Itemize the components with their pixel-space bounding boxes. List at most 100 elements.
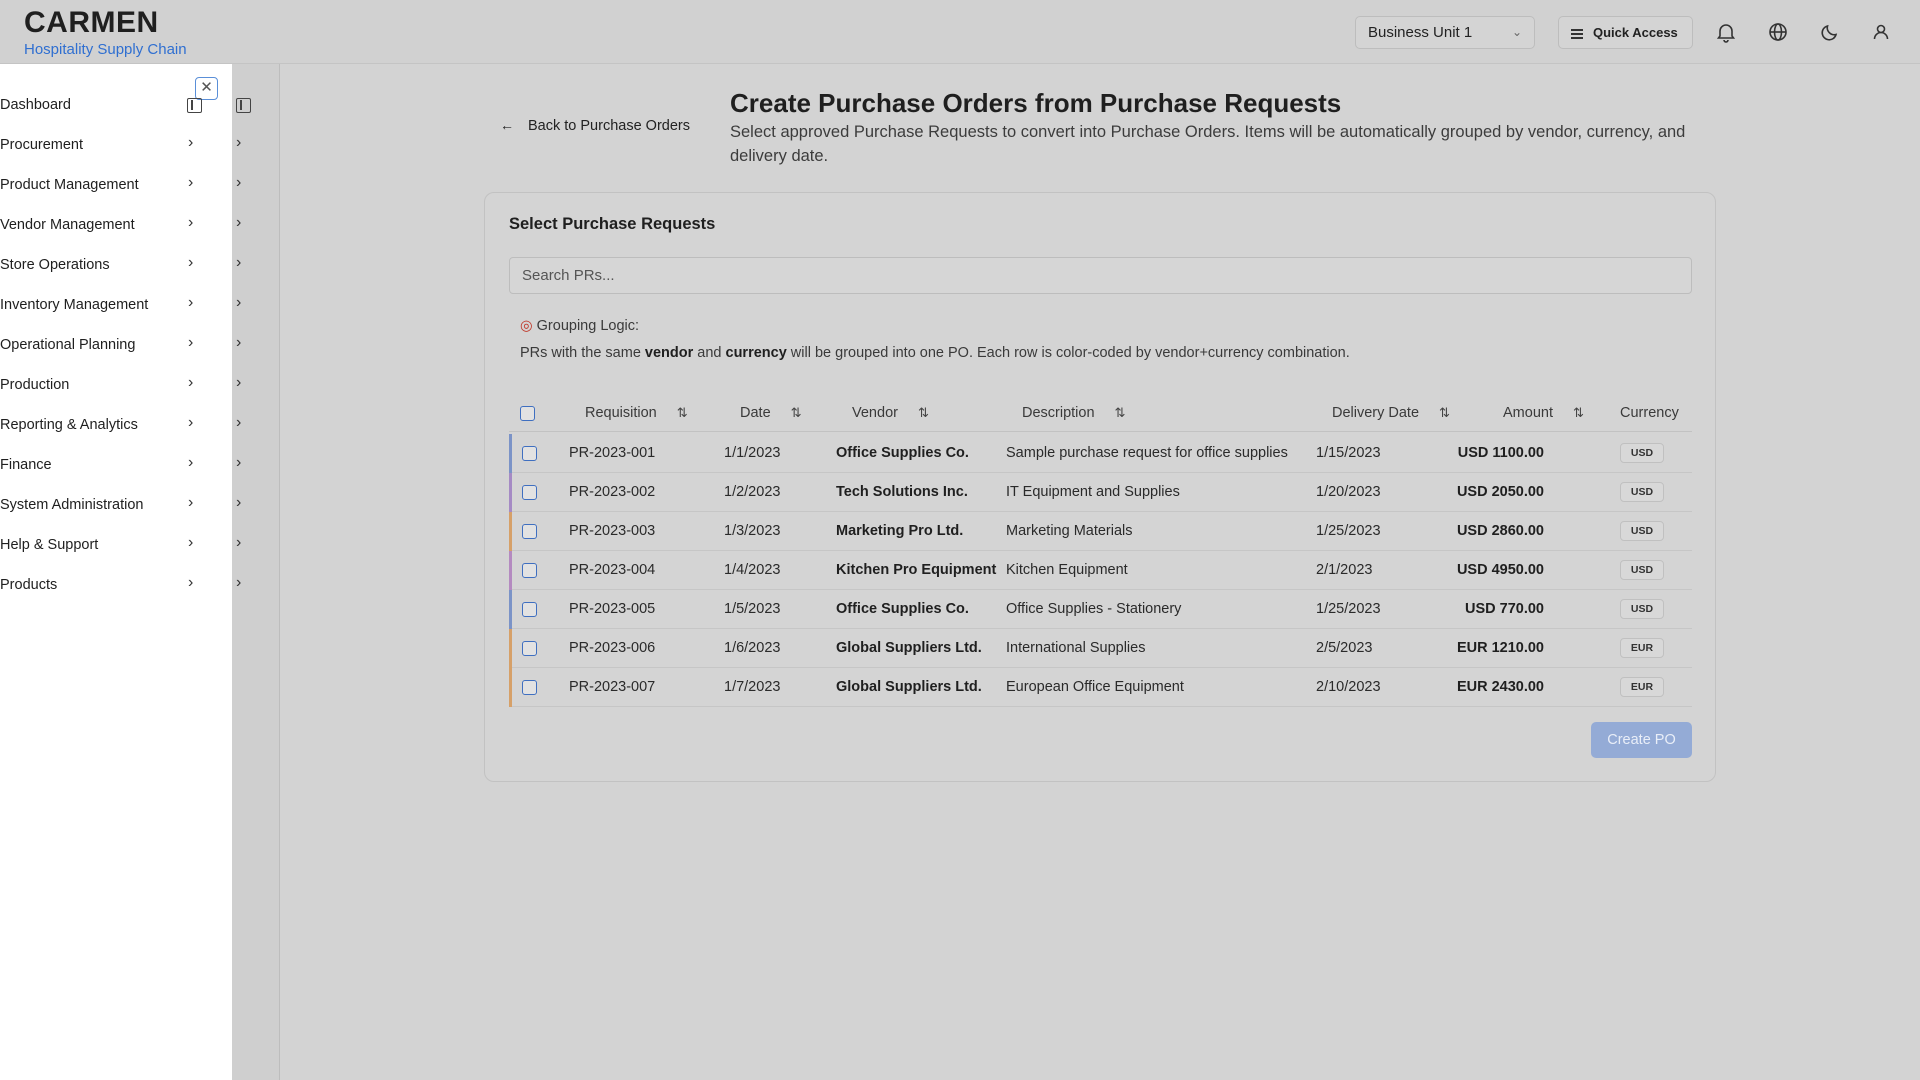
sidebar-item-finance[interactable]: Finance › [0, 446, 210, 486]
table-row[interactable]: PR-2023-002 1/2/2023 Tech Solutions Inc. IT… [509, 473, 1692, 512]
table-row[interactable]: PR-2023-007 1/7/2023 Global Suppliers Ltd.… [509, 668, 1692, 707]
currency-badge: USD [1620, 599, 1664, 619]
grouping-text: and [693, 345, 726, 361]
moon-icon[interactable] [1818, 20, 1842, 44]
sidebar-item-production[interactable]: Production › [0, 366, 210, 406]
delivery-date-cell: 1/20/2023 [1316, 484, 1381, 500]
column-delivery-date[interactable]: Delivery Date ⇅ [1332, 405, 1450, 421]
table-header: Requisition ⇅ Date ⇅ Vendor ⇅ Description ⇅ … [509, 396, 1692, 432]
chevron-right-icon[interactable]: › [236, 534, 241, 552]
chevron-right-icon[interactable]: › [236, 174, 241, 192]
create-po-button[interactable]: Create PO [1591, 722, 1692, 758]
column-date[interactable]: Date ⇅ [740, 405, 802, 421]
chevron-right-icon: › [188, 174, 194, 191]
amount-cell: USD 2050.00 [1456, 484, 1544, 500]
column-label: Requisition [585, 405, 657, 421]
quick-access-button[interactable]: Quick Access [1558, 16, 1693, 49]
description-cell: IT Equipment and Supplies [1006, 484, 1180, 500]
top-header: CARMEN Hospitality Supply Chain Business… [0, 0, 1920, 64]
requisition-cell: PR-2023-003 [569, 523, 656, 539]
date-cell: 1/6/2023 [724, 640, 781, 656]
column-amount[interactable]: Amount ⇅ [1503, 405, 1584, 421]
sidebar-item-operational-planning[interactable]: Operational Planning › [0, 326, 210, 366]
sidebar-item-label: Procurement [0, 137, 84, 153]
grouping-text: will be grouped into one PO. Each row is… [786, 345, 1350, 361]
sidebar-item-system-administration[interactable]: System Administration › [0, 486, 210, 526]
currency-badge: USD [1620, 521, 1664, 541]
table-row[interactable]: PR-2023-001 1/1/2023 Office Supplies Co. Sa… [509, 434, 1692, 473]
user-icon[interactable] [1869, 20, 1893, 44]
sort-icon: ⇅ [676, 405, 688, 420]
sidebar-item-label: Finance [0, 457, 52, 473]
row-checkbox[interactable] [522, 485, 537, 500]
chevron-right-icon[interactable]: › [236, 294, 241, 312]
vendor-cell: Marketing Pro Ltd. [836, 523, 964, 539]
row-checkbox[interactable] [522, 446, 537, 461]
chevron-right-icon[interactable]: › [236, 214, 241, 232]
quick-access-label: Quick Access [1593, 25, 1678, 40]
row-checkbox[interactable] [522, 524, 537, 539]
column-requisition[interactable]: Requisition ⇅ [585, 405, 688, 421]
vendor-color-bar [509, 551, 512, 590]
chevron-right-icon[interactable]: › [236, 574, 241, 592]
row-checkbox[interactable] [522, 563, 537, 578]
vendor-color-bar [509, 434, 512, 473]
row-checkbox[interactable] [522, 680, 537, 695]
sidebar-item-inventory-management[interactable]: Inventory Management › [0, 286, 210, 326]
requisition-cell: PR-2023-002 [569, 484, 656, 500]
chevron-right-icon[interactable]: › [236, 134, 241, 152]
amount-cell: EUR 2430.00 [1456, 679, 1544, 695]
sidebar-item-dashboard[interactable]: Dashboard [0, 86, 210, 126]
vendor-color-bar [509, 668, 512, 707]
business-unit-select[interactable]: Business Unit 1 ⌄ [1355, 16, 1535, 49]
chevron-right-icon[interactable]: › [236, 454, 241, 472]
row-checkbox[interactable] [522, 602, 537, 617]
search-input[interactable] [509, 257, 1692, 294]
sidebar-item-label: Vendor Management [0, 217, 135, 233]
bell-icon[interactable] [1714, 20, 1738, 44]
globe-icon[interactable] [1766, 20, 1790, 44]
sidebar-item-label: Inventory Management [0, 297, 149, 313]
sidebar-item-vendor-management[interactable]: Vendor Management › [0, 206, 210, 246]
back-to-purchase-orders-link[interactable]: ← Back to Purchase Orders [500, 117, 690, 134]
sidebar-item-label: Reporting & Analytics [0, 417, 138, 433]
requisition-cell: PR-2023-007 [569, 679, 656, 695]
brand[interactable]: CARMEN Hospitality Supply Chain [24, 6, 187, 59]
delivery-date-cell: 2/10/2023 [1316, 679, 1381, 695]
column-vendor[interactable]: Vendor ⇅ [852, 405, 929, 421]
sidebar-item-help-support[interactable]: Help & Support › [0, 526, 210, 566]
sidebar-item-label: Store Operations [0, 257, 110, 273]
grouping-text: PRs with the same [520, 345, 645, 361]
sidebar-item-product-management[interactable]: Product Management › [0, 166, 210, 206]
sidebar-item-label: Product Management [0, 177, 139, 193]
sidebar-item-label: System Administration [0, 497, 144, 513]
select-all-checkbox[interactable] [520, 406, 535, 421]
page-description: Select approved Purchase Requests to con… [730, 123, 1686, 165]
chevron-right-icon[interactable]: › [236, 494, 241, 512]
description-cell: Marketing Materials [1006, 523, 1133, 539]
chevron-right-icon[interactable]: › [236, 414, 241, 432]
chevron-right-icon: › [188, 334, 194, 351]
vendor-cell: Office Supplies Co. [836, 445, 969, 461]
table-row[interactable]: PR-2023-006 1/6/2023 Global Suppliers Ltd.… [509, 629, 1692, 668]
sidebar-item-reporting-analytics[interactable]: Reporting & Analytics › [0, 406, 210, 446]
chevron-right-icon[interactable]: › [236, 334, 241, 352]
sidebar-item-store-operations[interactable]: Store Operations › [0, 246, 210, 286]
chevron-right-icon[interactable]: › [236, 254, 241, 272]
table-row[interactable]: PR-2023-005 1/5/2023 Office Supplies Co. Of… [509, 590, 1692, 629]
sidebar-item-products[interactable]: Products › [0, 566, 210, 606]
table-row[interactable]: PR-2023-003 1/3/2023 Marketing Pro Ltd. Mar… [509, 512, 1692, 551]
vendor-cell: Global Suppliers Ltd. [836, 679, 982, 695]
sidebar-item-procurement[interactable]: Procurement › [0, 126, 210, 166]
row-checkbox[interactable] [522, 641, 537, 656]
table-row[interactable]: PR-2023-004 1/4/2023 Kitchen Pro Equipment… [509, 551, 1692, 590]
sidebar-item-label: Operational Planning [0, 337, 136, 353]
column-description[interactable]: Description ⇅ [1022, 405, 1126, 421]
chevron-right-icon[interactable]: › [236, 374, 241, 392]
chevron-right-icon: › [188, 134, 194, 151]
date-cell: 1/5/2023 [724, 601, 781, 617]
rail-toggle-icon[interactable] [236, 98, 251, 113]
grouping-title-text: Grouping Logic: [536, 318, 640, 334]
sidebar-item-label: Production [0, 377, 70, 393]
sort-icon: ⇅ [1114, 405, 1126, 420]
